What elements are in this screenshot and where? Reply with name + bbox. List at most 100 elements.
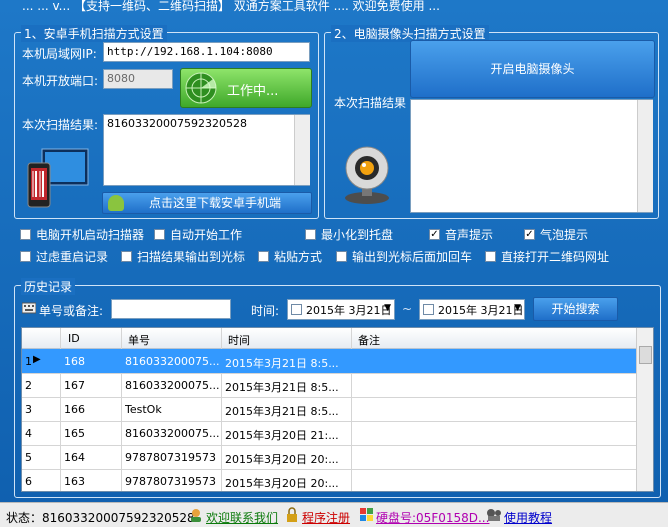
register-link[interactable]: 程序注册 [302,509,350,526]
table-row[interactable]: 2 167 816033200075... 2015年3月21日 8:5... [22,373,636,398]
camera-result-scrollbar[interactable] [637,100,653,212]
option-open-qr-url[interactable]: 直接打开二维码网址 [485,248,609,265]
option-enter-after-label: 输出到光标后面加回车 [352,250,473,264]
download-android-label: 点击这里下载安卓手机端 [148,196,281,210]
lock-icon [285,507,299,526]
checkbox[interactable] [20,251,31,262]
port-label: 本机开放端口: [22,74,99,88]
history-table[interactable]: ID 单号 时间 备注 1 ▶ 168 816033200075... 2015… [21,327,654,492]
option-enter-after[interactable]: 输出到光标后面加回车 [336,248,472,265]
open-camera-button[interactable]: 开启电脑摄像头 [410,40,655,98]
option-paste-mode[interactable]: 粘贴方式 [258,248,322,265]
date-separator: ~ [402,302,413,316]
open-camera-label: 开启电脑摄像头 [490,62,575,76]
checkbox[interactable] [20,229,31,240]
android-result-label: 本次扫描结果: [22,118,99,132]
checkbox[interactable] [258,251,269,262]
checkbox[interactable] [305,229,316,240]
row-number: 1 [25,355,32,368]
scrollbar-thumb[interactable] [639,346,652,364]
port-field[interactable]: 8080 [103,69,173,89]
row-pointer-icon: ▶ [33,354,41,365]
column-header-note[interactable]: 备注 [358,332,380,348]
work-status-label: 工作中... [227,84,279,99]
main-window: ... ... v... 【支持一维码、二维码扫描】 双通方案工具软件 ....… [0,0,668,527]
option-autostart[interactable]: 电脑开机启动扫描器 [20,226,144,243]
chevron-down-icon[interactable]: ▼ [384,303,391,313]
option-open-qr-url-label: 直接打开二维码网址 [501,250,610,264]
search-button[interactable]: 开始搜索 [533,297,618,321]
cell-time: 2015年3月21日 8:5... [225,405,339,418]
checkbox-checked[interactable]: ✓ [524,229,535,240]
ip-label: 本机局域网IP: [22,47,97,61]
contact-icon [188,507,204,526]
camera-result-label: 本次扫描结果 [334,96,407,110]
checkbox[interactable] [121,251,132,262]
column-header-id[interactable]: ID [68,332,80,345]
window-title: ... ... v... 【支持一维码、二维码扫描】 双通方案工具软件 ....… [22,0,440,13]
checkbox[interactable] [154,229,165,240]
cell-code: 816033200075... [125,427,219,440]
option-filter-duplicate-label: 过虑重启记录 [36,250,109,264]
ip-field[interactable]: http://192.168.1.104:8080 [103,42,310,62]
cell-code: 816033200075... [125,379,219,392]
date-to-checkbox[interactable] [423,304,434,315]
keyboard-icon [22,302,36,314]
download-android-button[interactable]: 点击这里下载安卓手机端 [102,192,312,214]
option-minimize-tray[interactable]: 最小化到托盘 [305,226,393,243]
disk-id-link[interactable]: 硬盘号:05F0158D... [376,509,489,526]
cell-time: 2015年3月21日 8:5... [225,357,339,370]
cell-code: 816033200075... [125,355,219,368]
table-row[interactable]: 1 ▶ 168 816033200075... 2015年3月21日 8:5..… [22,349,636,374]
row-number: 4 [25,427,32,440]
cell-time: 2015年3月20日 20:... [225,453,339,466]
option-bubble[interactable]: ✓ 气泡提示 [524,226,588,243]
option-sound[interactable]: ✓ 音声提示 [429,226,493,243]
cell-id: 166 [64,403,85,416]
windows-icon [360,508,374,525]
cell-id: 164 [64,451,85,464]
table-row[interactable]: 6 163 9787807319573 2015年3月20日 20:... [22,469,636,491]
cell-id: 163 [64,475,85,488]
status-bar: 状态：8160332000759232052​8 欢迎联系我们 程序注册 硬盘号… [0,502,668,527]
checkbox-checked[interactable]: ✓ [429,229,440,240]
date-to-picker[interactable]: 2015年 3月21日 ▼ [419,299,525,320]
work-status-button[interactable]: 工作中... [180,68,312,108]
option-output-cursor[interactable]: 扫描结果输出到光标 [121,248,245,265]
film-icon [486,508,502,525]
search-input[interactable] [111,299,231,319]
camera-result-textarea[interactable] [410,99,653,213]
checkbox[interactable] [485,251,496,262]
option-auto-work[interactable]: 自动开始工作 [154,226,242,243]
android-result-scrollbar[interactable] [294,115,310,185]
date-from-value: 2015年 3月21日 [306,304,392,317]
history-group-title: 历史记录 [21,278,76,295]
android-result-textarea[interactable]: 8160332000759232052​8 [103,114,310,186]
android-group-title: 1、安卓手机扫描方式设置 [21,25,167,42]
option-filter-duplicate[interactable]: 过虑重启记录 [20,248,108,265]
search-button-label: 开始搜索 [551,302,600,316]
radar-icon [185,72,217,104]
tutorial-link[interactable]: 使用教程 [504,509,552,526]
cell-code: 9787807319573 [125,475,216,488]
option-output-cursor-label: 扫描结果输出到光标 [137,250,246,264]
table-row[interactable]: 3 166 TestOk 2015年3月21日 8:5... [22,397,636,422]
chevron-down-icon[interactable]: ▼ [514,303,521,313]
row-number: 6 [25,475,32,488]
date-from-checkbox[interactable] [291,304,302,315]
cell-time: 2015年3月20日 21:... [225,429,339,442]
checkbox[interactable] [336,251,347,262]
option-minimize-tray-label: 最小化到托盘 [321,228,394,242]
cell-id: 165 [64,427,85,440]
date-from-picker[interactable]: 2015年 3月21日 ▼ [287,299,395,320]
date-to-value: 2015年 3月21日 [438,304,524,317]
search-label: 单号或备注: [39,304,104,318]
column-header-time[interactable]: 时间 [228,332,250,348]
table-row[interactable]: 5 164 9787807319573 2015年3月20日 20:... [22,445,636,470]
contact-link[interactable]: 欢迎联系我们 [206,509,278,526]
option-auto-work-label: 自动开始工作 [170,228,243,242]
table-row[interactable]: 4 165 816033200075... 2015年3月20日 21:... [22,421,636,446]
column-header-code[interactable]: 单号 [128,332,150,348]
table-scrollbar[interactable] [636,328,653,491]
time-label: 时间: [251,304,280,318]
